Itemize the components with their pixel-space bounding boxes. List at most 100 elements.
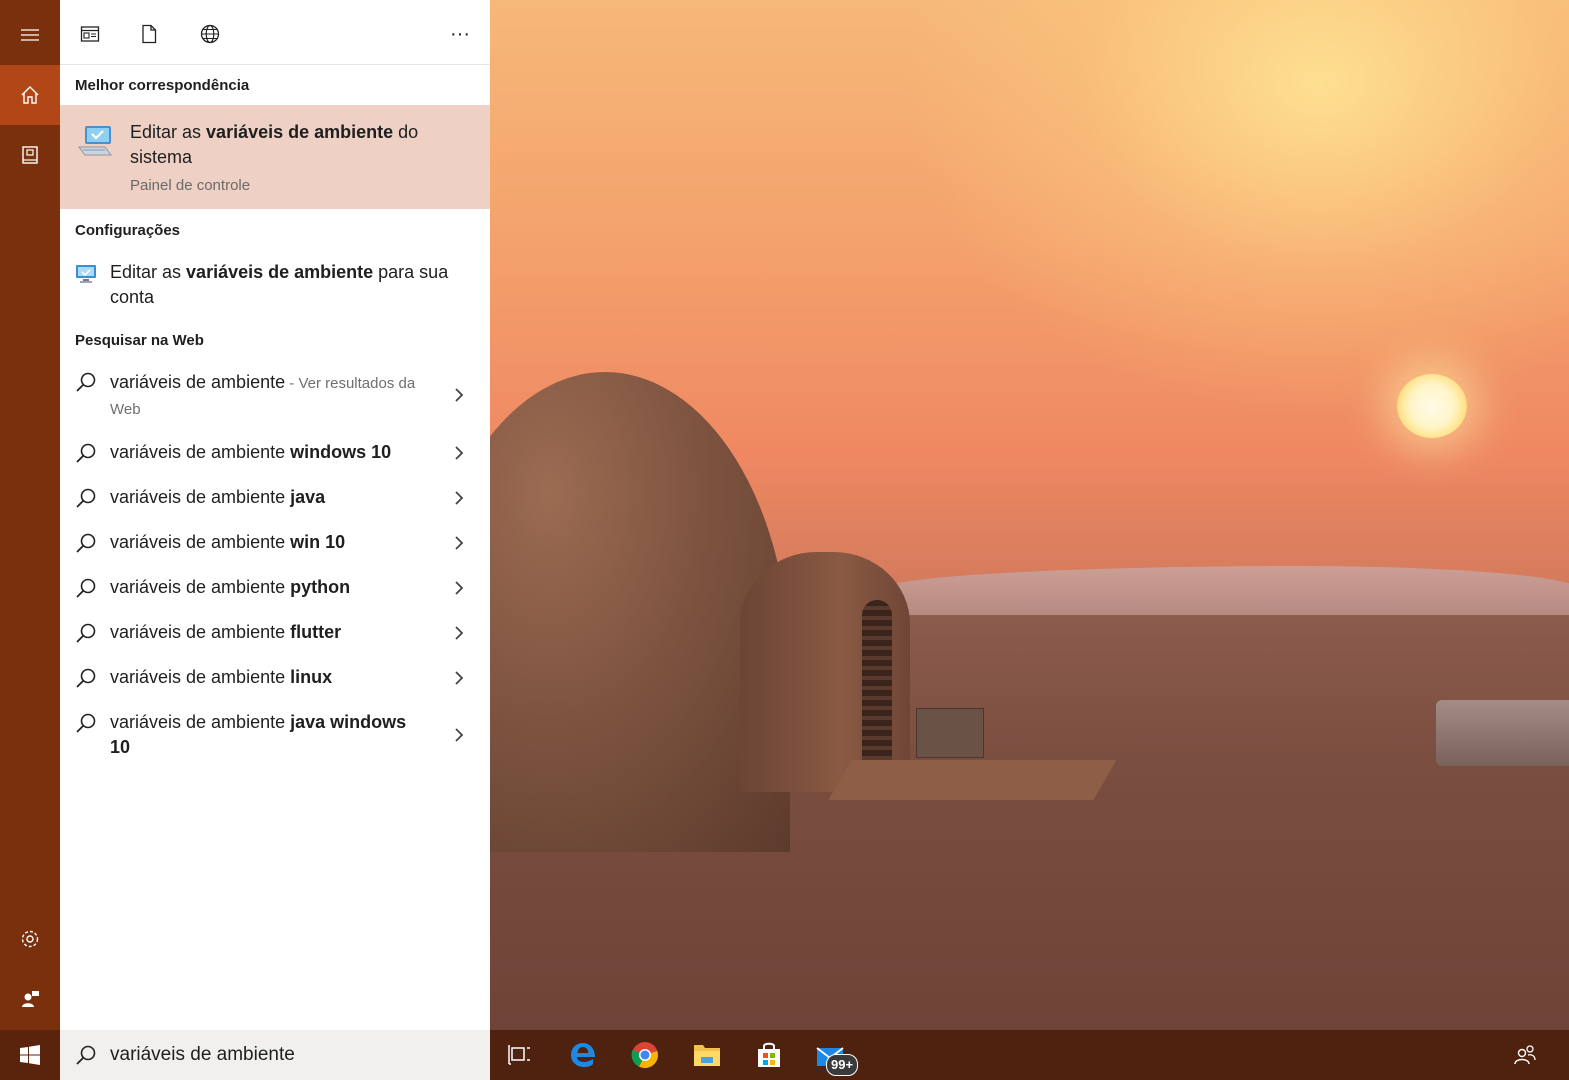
feedback-button[interactable] bbox=[0, 969, 60, 1029]
web-suggestion-text: variáveis de ambiente java windows 10 bbox=[110, 710, 420, 760]
web-suggestion-query: variáveis de ambiente bbox=[110, 372, 286, 392]
suggestion-base: variáveis de ambiente bbox=[110, 712, 291, 732]
web-suggestion-row[interactable]: variáveis de ambiente java windows 10 bbox=[60, 710, 490, 766]
document-filter-icon bbox=[142, 24, 157, 44]
file-explorer-icon bbox=[694, 1045, 720, 1066]
suggestion-bold: linux bbox=[290, 667, 333, 687]
best-match-title: Editar as variáveis de ambiente do siste… bbox=[130, 120, 460, 170]
chevron-right-icon bbox=[455, 388, 464, 402]
web-suggestion-row[interactable]: variáveis de ambiente java bbox=[60, 485, 490, 525]
best-match-subtitle: Painel de controle bbox=[130, 177, 251, 194]
search-box[interactable] bbox=[60, 1030, 490, 1080]
best-match-title-prefix: Editar as bbox=[130, 122, 207, 142]
suggestion-base: variáveis de ambiente bbox=[110, 667, 291, 687]
hamburger-icon bbox=[21, 29, 39, 41]
settings-result-text: Editar as variáveis de ambiente para sua… bbox=[110, 260, 470, 310]
mail-unread-badge: 99+ bbox=[826, 1054, 859, 1076]
monitor-icon bbox=[76, 265, 96, 283]
suggestion-base: variáveis de ambiente bbox=[110, 487, 291, 507]
more-options-button[interactable]: ··· bbox=[440, 14, 480, 54]
best-match-heading: Melhor correspondência bbox=[75, 77, 250, 94]
store-button[interactable] bbox=[752, 1038, 786, 1072]
settings-result-bold: variáveis de ambiente bbox=[186, 262, 374, 282]
windows-logo-icon bbox=[20, 1045, 40, 1065]
settings-heading: Configurações bbox=[75, 222, 181, 239]
web-suggestion-row[interactable]: variáveis de ambiente python bbox=[60, 575, 490, 615]
edge-icon bbox=[571, 1043, 595, 1067]
search-icon bbox=[76, 372, 96, 392]
search-icon bbox=[76, 668, 96, 688]
best-match-item[interactable]: Editar as variáveis de ambiente do siste… bbox=[60, 105, 490, 209]
taskbar: 99+ bbox=[490, 1030, 1569, 1080]
search-input[interactable] bbox=[110, 1040, 470, 1070]
web-suggestion-row[interactable]: variáveis de ambiente win 10 bbox=[60, 530, 490, 570]
edge-button[interactable] bbox=[566, 1038, 600, 1072]
settings-result-prefix: Editar as bbox=[110, 262, 187, 282]
chevron-right-icon bbox=[455, 626, 464, 640]
courtyard-pit bbox=[828, 760, 1117, 800]
hamburger-menu-button[interactable] bbox=[0, 5, 60, 65]
suggestion-bold: win 10 bbox=[290, 532, 346, 552]
metal-boxes bbox=[1436, 700, 1569, 766]
suggestion-base: variáveis de ambiente bbox=[110, 442, 291, 462]
search-icon bbox=[76, 713, 96, 733]
web-suggestion-text: variáveis de ambiente windows 10 bbox=[110, 440, 450, 465]
apps-filter-button[interactable] bbox=[70, 14, 110, 54]
people-icon bbox=[1514, 1045, 1536, 1065]
web-suggestion-row[interactable]: variáveis de ambiente flutter bbox=[60, 620, 490, 660]
web-suggestion-text: variáveis de ambiente - Ver resultados d… bbox=[110, 370, 430, 422]
suggestion-base: variáveis de ambiente bbox=[110, 532, 291, 552]
task-view-icon bbox=[508, 1045, 530, 1065]
best-match-title-bold: variáveis de ambiente bbox=[206, 122, 394, 142]
settings-button[interactable] bbox=[0, 909, 60, 969]
suggestion-base: variáveis de ambiente bbox=[110, 577, 291, 597]
apps-filter-icon bbox=[80, 26, 100, 42]
web-filter-icon bbox=[200, 24, 220, 44]
notebook-button[interactable] bbox=[0, 125, 60, 185]
settings-result-item[interactable]: Editar as variáveis de ambiente para sua… bbox=[60, 258, 490, 318]
sky-glow bbox=[900, 0, 1569, 420]
suggestion-bold: java bbox=[290, 487, 326, 507]
chrome-icon bbox=[631, 1042, 658, 1069]
filter-toolbar: ··· bbox=[60, 0, 490, 65]
search-icon bbox=[76, 443, 96, 463]
search-icon bbox=[76, 1045, 96, 1065]
search-results-panel: ··· Melhor correspondência Editar as var… bbox=[60, 0, 490, 1030]
chevron-right-icon bbox=[455, 536, 464, 550]
start-rail bbox=[0, 0, 60, 1030]
suggestion-bold: flutter bbox=[290, 622, 342, 642]
chrome-button[interactable] bbox=[628, 1038, 662, 1072]
documents-filter-button[interactable] bbox=[129, 14, 169, 54]
search-icon bbox=[76, 623, 96, 643]
web-suggestion-row[interactable]: variáveis de ambiente windows 10 bbox=[60, 440, 490, 480]
web-search-heading: Pesquisar na Web bbox=[75, 332, 204, 349]
web-suggestion-row[interactable]: variáveis de ambiente linux bbox=[60, 665, 490, 705]
crate bbox=[916, 708, 984, 758]
web-suggestion-text: variáveis de ambiente java bbox=[110, 485, 450, 510]
home-button[interactable] bbox=[0, 65, 60, 125]
task-view-button[interactable] bbox=[503, 1038, 537, 1072]
gear-icon bbox=[21, 930, 39, 948]
web-suggestion-text: variáveis de ambiente win 10 bbox=[110, 530, 450, 555]
file-explorer-button[interactable] bbox=[690, 1038, 724, 1072]
suggestion-bold: windows 10 bbox=[290, 442, 392, 462]
store-icon bbox=[758, 1042, 780, 1067]
search-icon bbox=[76, 578, 96, 598]
start-button[interactable] bbox=[0, 1030, 60, 1080]
chevron-right-icon bbox=[455, 581, 464, 595]
home-icon bbox=[21, 86, 39, 104]
notebook-icon bbox=[22, 146, 38, 164]
sun bbox=[1397, 374, 1467, 438]
chevron-right-icon bbox=[455, 446, 464, 460]
web-suggestion-text: variáveis de ambiente linux bbox=[110, 665, 450, 690]
web-suggestion-text: variáveis de ambiente flutter bbox=[110, 620, 450, 645]
chevron-right-icon bbox=[455, 728, 464, 742]
search-icon bbox=[76, 533, 96, 553]
control-panel-system-icon bbox=[78, 126, 112, 156]
web-suggestion-row[interactable]: variáveis de ambiente - Ver resultados d… bbox=[60, 368, 490, 432]
chevron-right-icon bbox=[455, 491, 464, 505]
suggestion-bold: python bbox=[290, 577, 351, 597]
people-button[interactable] bbox=[1508, 1038, 1542, 1072]
feedback-icon bbox=[22, 991, 39, 1007]
web-filter-button[interactable] bbox=[190, 14, 230, 54]
